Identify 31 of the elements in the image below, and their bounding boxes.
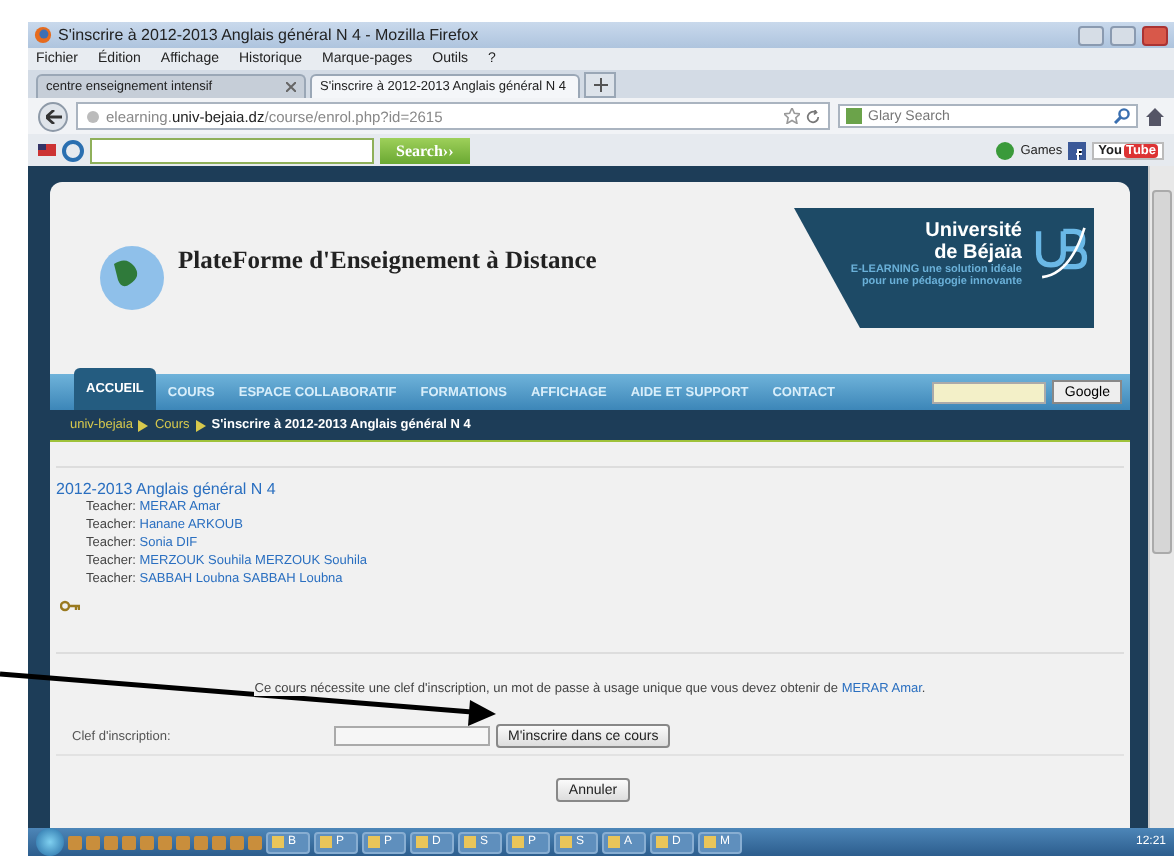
site-search-field[interactable] xyxy=(932,381,1047,403)
chevron-icon xyxy=(138,419,149,431)
scrollbar[interactable] xyxy=(1148,166,1174,828)
flag-icon[interactable] xyxy=(38,144,56,156)
facebook-icon[interactable] xyxy=(1068,141,1087,159)
home-icon[interactable] xyxy=(1146,107,1164,125)
close-button[interactable] xyxy=(1142,25,1168,45)
course-title-link[interactable]: 2012-2013 Anglais général N 4 xyxy=(56,480,1124,498)
chevron-icon xyxy=(195,419,206,431)
site-icon xyxy=(86,109,100,123)
minimize-button[interactable] xyxy=(1078,25,1104,45)
university-name: de Béjaïa xyxy=(934,242,1022,264)
games-icon[interactable] xyxy=(996,141,1015,159)
star-icon[interactable] xyxy=(784,108,800,124)
toolbar-search-field[interactable] xyxy=(90,137,374,163)
globe-icon[interactable] xyxy=(62,139,84,161)
firefox-icon xyxy=(34,26,52,44)
start-button[interactable] xyxy=(36,828,64,856)
reload-icon[interactable] xyxy=(806,109,820,123)
search-icon[interactable] xyxy=(1114,108,1130,124)
back-button[interactable] xyxy=(38,101,68,131)
close-icon[interactable] xyxy=(286,82,296,92)
key-icon xyxy=(60,600,80,612)
window-title: S'inscrire à 2012-2013 Anglais général N 4 - Mozilla Firefox xyxy=(58,26,481,44)
globe-icon xyxy=(98,244,166,312)
maximize-button[interactable] xyxy=(1110,25,1136,45)
plus-icon[interactable] xyxy=(593,78,607,92)
key-input-field[interactable] xyxy=(334,726,490,746)
back-arrow-icon[interactable] xyxy=(45,109,61,123)
university-name: Université xyxy=(925,220,1022,242)
site-title: PlateForme d'Enseignement à Distance xyxy=(178,245,597,275)
